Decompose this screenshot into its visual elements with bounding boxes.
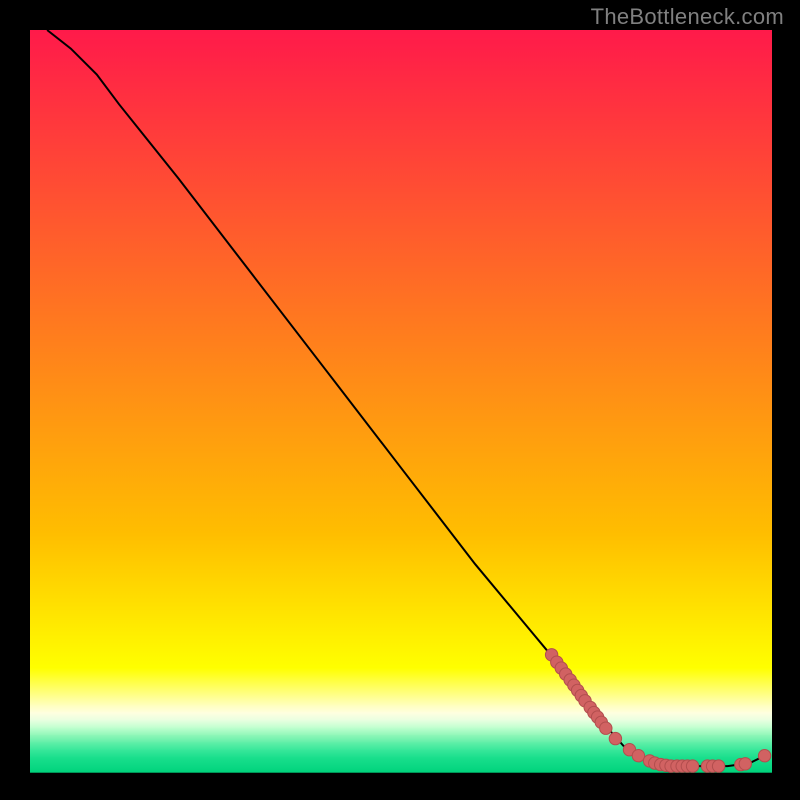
data-point bbox=[758, 750, 770, 762]
data-point bbox=[609, 732, 621, 744]
data-point bbox=[686, 760, 698, 772]
gradient-background bbox=[30, 30, 772, 773]
data-point bbox=[712, 760, 724, 772]
bottleneck-chart: TheBottleneck.com bbox=[0, 0, 800, 800]
data-point bbox=[632, 750, 644, 762]
data-point bbox=[739, 758, 751, 770]
chart-svg bbox=[0, 0, 800, 800]
data-point bbox=[600, 722, 612, 734]
watermark-text: TheBottleneck.com bbox=[591, 4, 784, 30]
